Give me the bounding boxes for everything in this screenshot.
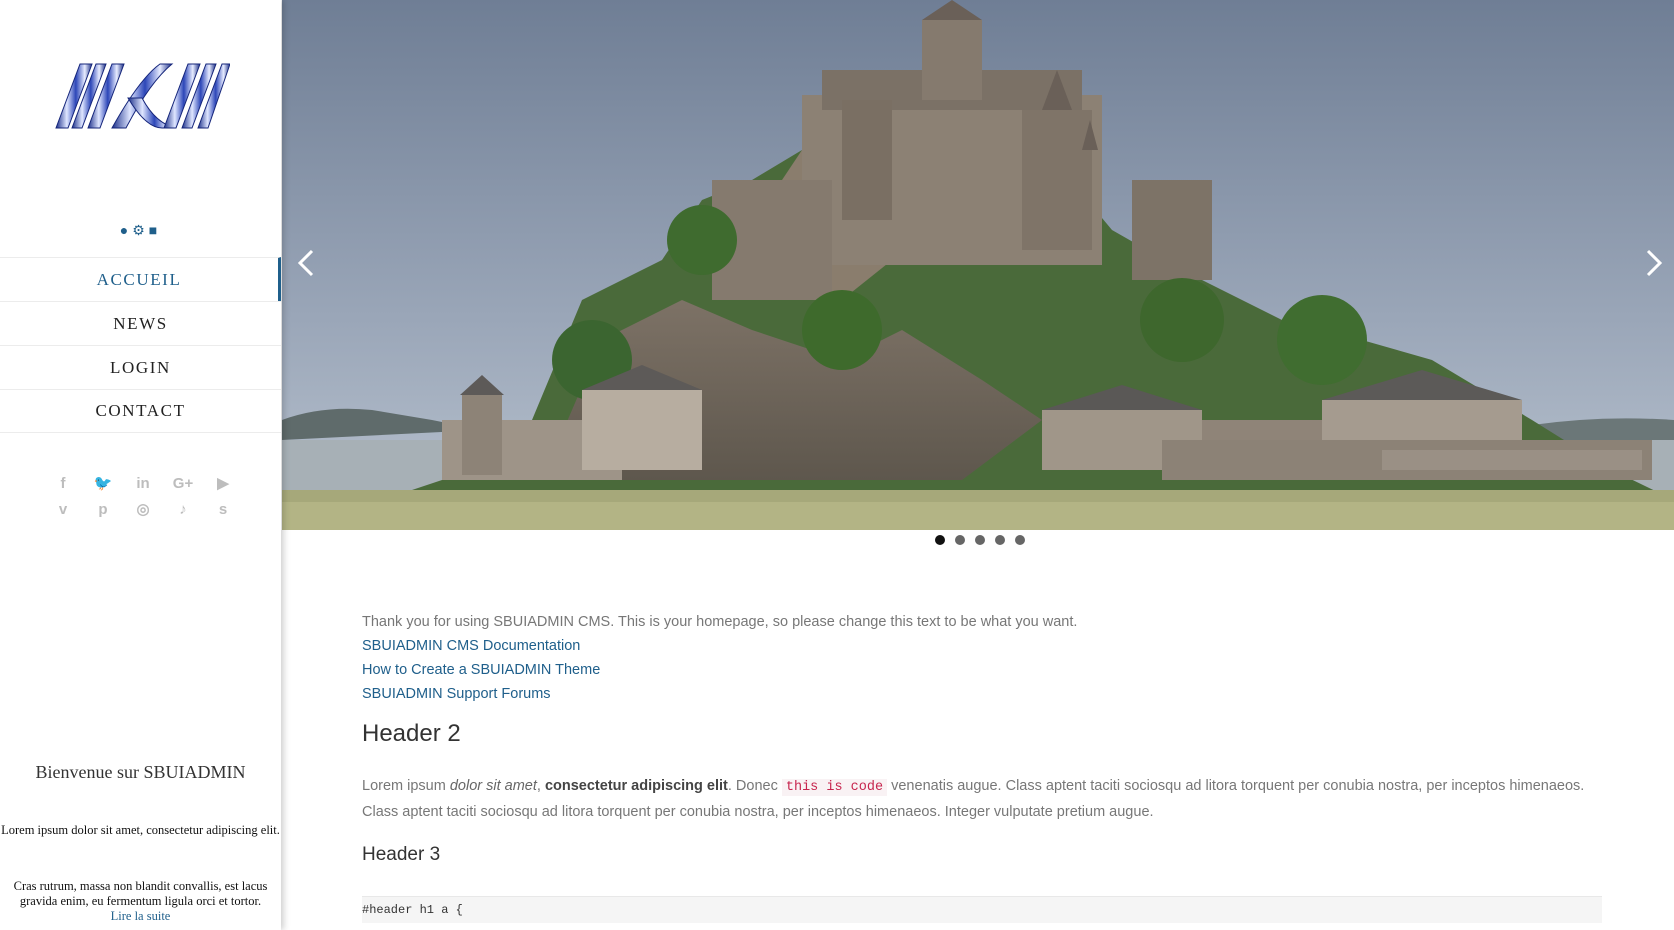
site-logo[interactable] (50, 58, 230, 132)
lorem-comma: , (536, 778, 545, 794)
nav-item-login[interactable]: LOGIN (0, 345, 281, 389)
slider-dot[interactable] (955, 535, 965, 545)
welcome-title: Bienvenue sur SBUIADMIN (35, 762, 246, 782)
read-more-link[interactable]: Lire la suite (8, 909, 273, 924)
docs-link[interactable]: SBUIADMIN CMS Documentation (362, 634, 1602, 658)
pinterest-icon[interactable]: p (92, 501, 114, 518)
chevron-left-icon (297, 249, 314, 277)
nav-item-contact[interactable]: CONTACT (0, 389, 281, 433)
lock-icon[interactable]: ■ (149, 222, 161, 238)
slide-image (282, 0, 1674, 530)
skype-icon[interactable]: s (212, 501, 234, 518)
facebook-icon[interactable]: f (52, 475, 74, 492)
lorem-donec: . Donec (727, 778, 782, 794)
slider-dot[interactable] (995, 535, 1005, 545)
twitter-icon[interactable]: 🐦 (92, 474, 114, 492)
sidebar: ●⚙■ ACCUEIL NEWS LOGIN CONTACT f 🐦 in G+… (0, 0, 281, 930)
main-nav: ACCUEIL NEWS LOGIN CONTACT (0, 257, 281, 433)
social-row-1: f 🐦 in G+ ▶ (28, 470, 258, 496)
linkedin-icon[interactable]: in (132, 475, 154, 492)
cogs-icon[interactable]: ⚙ (132, 222, 149, 239)
social-links: f 🐦 in G+ ▶ v p ◎ ♪ s (28, 470, 258, 522)
welcome-excerpt: Cras rutrum, massa non blandit convallis… (8, 879, 273, 924)
intro-text: Thank you for using SBUIADMIN CMS. This … (362, 614, 1078, 630)
google-plus-icon[interactable]: G+ (172, 475, 194, 492)
lorem-paragraph: Lorem ipsum dolor sit amet, consectetur … (362, 774, 1602, 824)
header-2: Header 2 (362, 720, 461, 747)
header-3: Header 3 (362, 844, 441, 865)
lorem-start: Lorem ipsum (362, 778, 450, 794)
user-icon-bar: ●⚙■ (0, 222, 281, 239)
code-block: #header h1 a { (362, 896, 1602, 923)
lorem-italic: dolor sit amet (449, 778, 537, 794)
slider-dot[interactable] (935, 535, 945, 545)
user-icon[interactable]: ● (120, 222, 132, 238)
slider-dot[interactable] (975, 535, 985, 545)
social-row-2: v p ◎ ♪ s (28, 496, 258, 522)
nav-item-accueil[interactable]: ACCUEIL (0, 257, 281, 301)
hero-slider (282, 0, 1674, 530)
chevron-right-icon (1646, 249, 1663, 277)
inline-code: this is code (781, 779, 888, 796)
slider-prev-arrow[interactable] (294, 247, 320, 279)
welcome-text: Lorem ipsum dolor sit amet, consectetur … (1, 823, 280, 837)
main-content: Thank you for using SBUIADMIN CMS. This … (362, 610, 1602, 923)
forums-link[interactable]: SBUIADMIN Support Forums (362, 682, 1602, 706)
youtube-icon[interactable]: ▶ (212, 474, 234, 492)
theme-link[interactable]: How to Create a SBUIADMIN Theme (362, 658, 1602, 682)
nav-item-news[interactable]: NEWS (0, 301, 281, 345)
tiktok-icon[interactable]: ♪ (172, 501, 194, 518)
lorem-bold: consectetur adipiscing elit (544, 778, 728, 794)
vimeo-icon[interactable]: v (52, 501, 74, 518)
excerpt-text: Cras rutrum, massa non blandit convallis… (13, 879, 268, 908)
slider-dot[interactable] (1015, 535, 1025, 545)
slider-next-arrow[interactable] (1640, 247, 1666, 279)
instagram-icon[interactable]: ◎ (132, 500, 154, 518)
